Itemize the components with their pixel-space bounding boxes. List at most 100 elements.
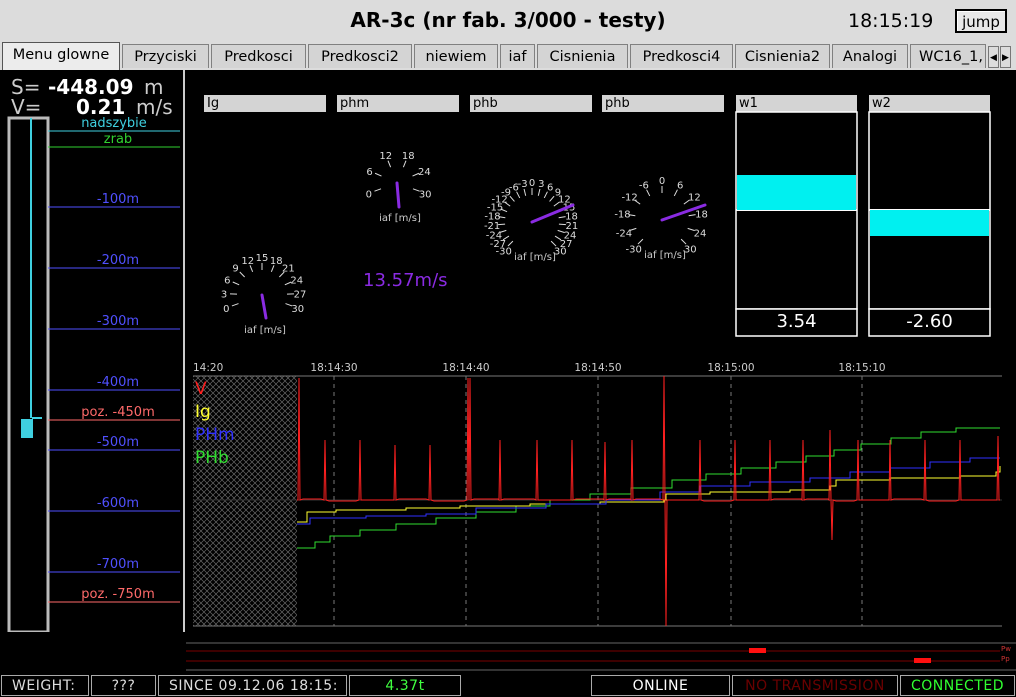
mark-400: -400m: [96, 375, 140, 390]
panel-divider: [183, 70, 185, 632]
shaft-graphic: [7, 116, 180, 632]
title-bar: AR-3c (nr fab. 3/000 - testy) 18:15:19 j…: [0, 0, 1016, 42]
shaft-rope: [30, 118, 32, 418]
tab-scroll-right-icon[interactable]: ▶: [1000, 46, 1011, 68]
tab-scroll-left-icon[interactable]: ◀: [988, 46, 999, 68]
mark-500: -500m: [96, 435, 140, 450]
tab-cisnienia2[interactable]: Cisnienia2: [735, 44, 830, 68]
bar-indicator-w2: [868, 111, 991, 337]
gauge-tick-label: 3: [538, 179, 544, 190]
status-transmission: NO TRANSMISSION: [732, 675, 898, 696]
gauge-tick-label: -30: [626, 244, 642, 255]
tab-predkosci2[interactable]: Predkosci2: [308, 44, 412, 68]
dial-gauge-1: 0 3 6912 15 182124 27 30 iaf [m/s]: [221, 253, 307, 336]
gauge-tick-label: 6: [366, 167, 372, 178]
mark-100: -100m: [96, 192, 140, 207]
bar-indicator-w1: [735, 111, 858, 337]
mark-700: -700m: [96, 557, 140, 572]
tab-cisnienia[interactable]: Cisnienia: [537, 44, 628, 68]
gauge-tick: [549, 195, 555, 202]
gauge-unit-label: iaf [m/s]: [644, 250, 686, 261]
gauge-tick-label: 30: [291, 304, 304, 315]
bar-value-w2: -2.60: [906, 311, 953, 332]
gauge-tick: [239, 271, 245, 278]
gauge-tick-label: 21: [282, 264, 295, 275]
gauge-tick-label: -12: [621, 192, 637, 203]
legend-phm: PHm: [195, 425, 235, 445]
strip-label-pp: Pp: [1001, 655, 1010, 663]
clock: 18:15:19: [848, 10, 934, 32]
jump-button[interactable]: jump: [955, 9, 1007, 33]
gauge-tick-label: 9: [232, 264, 238, 275]
bar-value-w1: 3.54: [776, 311, 817, 332]
gauge-tick-label: 0: [366, 189, 372, 200]
gauge-tick-label: -18: [614, 210, 630, 221]
tab-bar: Menu glowne Przyciski Predkosci Predkosc…: [0, 42, 1016, 70]
gauge-tick: [231, 303, 239, 307]
legend-phb: PHb: [195, 448, 229, 468]
shaft-frame: [7, 116, 50, 632]
series-ig: [297, 466, 1001, 523]
tab-niewiem[interactable]: niewiem: [414, 44, 498, 68]
strip-label-pw: Pw: [1001, 645, 1011, 653]
gauge-tick-label: 24: [694, 228, 707, 239]
status-weight-label: WEIGHT:: [1, 675, 89, 696]
chart-x-tick-label: 14:20: [193, 362, 223, 374]
chart-x-tick-label: 18:14:50: [574, 362, 621, 374]
tab-iaf[interactable]: iaf: [500, 44, 535, 68]
series-phb: [297, 427, 1000, 549]
gauge-tick-label: -3: [518, 179, 528, 190]
mark-poz750: poz. -750m: [81, 587, 155, 602]
chart-x-tick-label: 18:14:40: [442, 362, 489, 374]
mark-600: -600m: [96, 496, 140, 511]
bar-fill-w1: [737, 175, 856, 210]
gauge-tick-label: -24: [616, 228, 632, 239]
gauge-needle: [260, 293, 268, 320]
gauge-tick-label: 15: [256, 253, 269, 264]
gauge-tick-label: 30: [419, 189, 432, 200]
tab-menu-glowne[interactable]: Menu glowne: [2, 42, 120, 70]
mark-poz450: poz. -450m: [81, 405, 155, 420]
chart-x-tick-label: 18:14:30: [310, 362, 357, 374]
mark-300: -300m: [96, 314, 140, 329]
gauge-unit-label: iaf [m/s]: [514, 252, 556, 263]
gauge-tick-label: 18: [695, 210, 708, 221]
gauge-tick-label: 3: [221, 290, 227, 301]
dial-gauge-2: 0 6 12 1824 30 iaf [m/s]: [366, 151, 432, 224]
gauge-tick-label: 12: [241, 256, 254, 267]
gauge-tick-label: -6: [639, 180, 649, 191]
cage-hanger: [32, 417, 42, 419]
gauge-tick-label: 18: [270, 256, 283, 267]
status-since-label: SINCE 09.12.06 18:15:: [158, 675, 347, 696]
gauge-unit-label: iaf [m/s]: [244, 325, 286, 336]
gauge-tick-label: 6: [224, 276, 230, 287]
mark-zrab: zrab: [103, 132, 133, 147]
legend-ig: Ig: [195, 402, 211, 422]
gauge-needle: [395, 181, 401, 209]
gauge-tick-label: 24: [418, 167, 431, 178]
strip-marker-pw: [749, 648, 766, 653]
gauge-tick-label: 6: [547, 182, 553, 193]
strip-marker-pp: [914, 658, 931, 663]
gauge-tick-label: 24: [290, 276, 303, 287]
main-canvas: 036912 15 1821242730iaf [m/s]0612 182430iaf…: [186, 111, 1016, 671]
bar-fill-w2: [870, 210, 989, 236]
mark-nadszybie: nadszybie: [81, 116, 147, 131]
legend-v: V: [195, 379, 207, 399]
tab-przyciski[interactable]: Przyciski: [122, 44, 209, 68]
tab-predkosci4[interactable]: Predkosci4: [630, 44, 733, 68]
gauge-tick-label: 12: [688, 192, 701, 203]
gauge-tick-label: 18: [402, 151, 415, 162]
chart-x-tick-label: 18:15:00: [707, 362, 754, 374]
dial-gauge-3: -30-27-24-21-18-15-12-9-6-30369121518212…: [484, 178, 578, 263]
gauge-tick-label: 6: [677, 180, 683, 191]
gauge-tick-label: 12: [379, 151, 392, 162]
status-since-value: 4.37t: [349, 675, 461, 696]
gauge-tick: [232, 281, 240, 286]
series-phm: [297, 457, 1000, 525]
tab-analogi[interactable]: Analogi: [832, 44, 908, 68]
tab-wc16[interactable]: WC16_1,: [910, 44, 986, 68]
tab-predkosci[interactable]: Predkosci: [211, 44, 306, 68]
cage-icon: [21, 419, 33, 438]
status-online: ONLINE: [591, 675, 730, 696]
